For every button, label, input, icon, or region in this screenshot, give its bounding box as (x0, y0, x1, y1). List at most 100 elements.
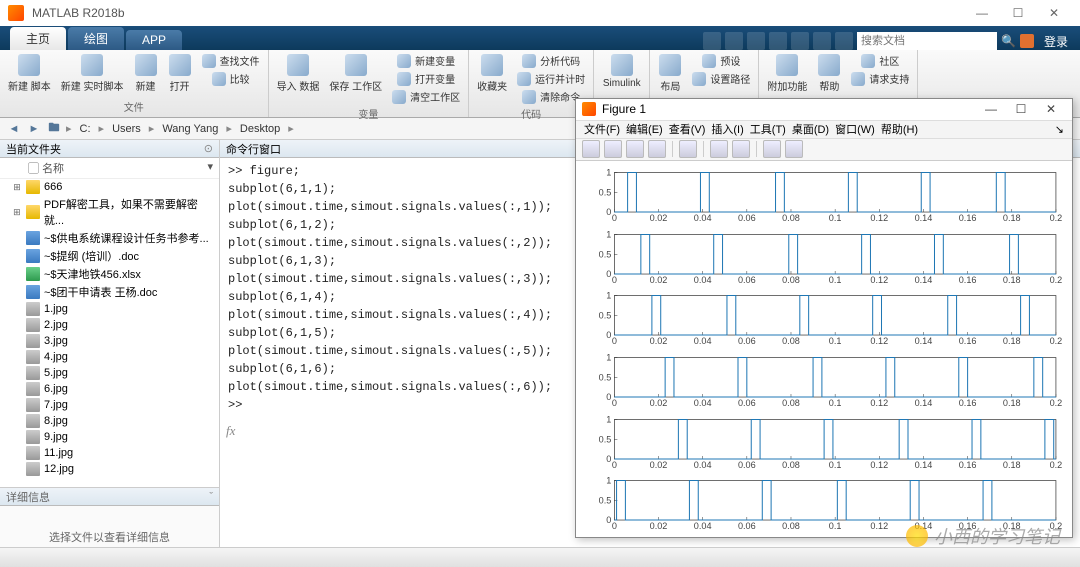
simulink-button[interactable]: Simulink (599, 52, 645, 91)
close-button[interactable]: ✕ (1036, 3, 1072, 23)
favorites-button[interactable]: 收藏夹 (473, 52, 511, 95)
tool-save-icon[interactable] (626, 140, 644, 158)
file-item[interactable]: 8.jpg (0, 413, 219, 429)
file-item[interactable]: ⊞PDF解密工具，如果不需要解密就... (0, 195, 219, 229)
menu-help[interactable]: 帮助(H) (881, 121, 918, 137)
menu-file[interactable]: 文件(F) (584, 121, 620, 137)
subplot-3[interactable]: 00.5100.020.040.060.080.10.120.140.160.1… (586, 290, 1062, 350)
file-name: 3.jpg (44, 335, 68, 347)
qat-cut-icon[interactable] (725, 32, 743, 50)
qat-paste-icon[interactable] (769, 32, 787, 50)
file-item[interactable]: 6.jpg (0, 381, 219, 397)
save-workspace-button[interactable]: 保存 工作区 (325, 52, 386, 95)
folder-icon[interactable]: 🖿 (46, 121, 62, 137)
expand-icon[interactable]: ⊞ (12, 182, 22, 193)
open-button[interactable]: 打开 (164, 52, 196, 95)
file-item[interactable]: 1.jpg (0, 301, 219, 317)
tab-home[interactable]: 主页 (10, 27, 66, 50)
help-button[interactable]: 帮助 (813, 52, 845, 95)
qat-redo-icon[interactable] (813, 32, 831, 50)
file-item[interactable]: ~$提纲 (培训）.doc (0, 247, 219, 265)
nav-forward-button[interactable]: ► (26, 121, 42, 137)
tab-plots[interactable]: 绘图 (68, 27, 124, 50)
clear-workspace-button[interactable]: 清空工作区 (388, 88, 464, 105)
file-item[interactable]: 11.jpg (0, 445, 219, 461)
menu-window[interactable]: 窗口(W) (835, 121, 875, 137)
menu-tools[interactable]: 工具(T) (750, 121, 786, 137)
qat-undo-icon[interactable] (791, 32, 809, 50)
menu-desktop[interactable]: 桌面(D) (792, 121, 829, 137)
subplot-2[interactable]: 00.5100.020.040.060.080.10.120.140.160.1… (586, 229, 1062, 289)
subplot-5[interactable]: 00.5100.020.040.060.080.10.120.140.160.1… (586, 414, 1062, 474)
file-item[interactable]: 3.jpg (0, 333, 219, 349)
support-button[interactable]: 请求支持 (847, 70, 913, 87)
file-item[interactable]: 7.jpg (0, 397, 219, 413)
crumb-c[interactable]: C: (76, 123, 95, 135)
tool-new-icon[interactable] (582, 140, 600, 158)
crumb-wang[interactable]: Wang Yang (158, 123, 222, 135)
tool-insert-colorbar-icon[interactable] (710, 140, 728, 158)
menu-chevron-icon[interactable]: ↘ (1055, 123, 1064, 136)
fig-close-button[interactable]: ✕ (1036, 102, 1066, 116)
search-icon[interactable]: 🔍 (1001, 34, 1016, 48)
figure-axes-area[interactable]: 00.5100.020.040.060.080.10.120.140.160.1… (576, 161, 1072, 537)
analyze-code-button[interactable]: 分析代码 (513, 52, 589, 69)
community-button[interactable]: 社区 (847, 52, 913, 69)
qat-copy-icon[interactable] (747, 32, 765, 50)
expand-icon[interactable]: ⊞ (12, 207, 22, 218)
file-item[interactable]: 4.jpg (0, 349, 219, 365)
search-input[interactable] (857, 32, 997, 50)
find-files-button[interactable]: 查找文件 (198, 52, 264, 69)
prefs-button[interactable]: 预设 (688, 52, 754, 69)
crumb-users[interactable]: Users (108, 123, 145, 135)
minimize-button[interactable]: — (964, 3, 1000, 23)
maximize-button[interactable]: ☐ (1000, 3, 1036, 23)
menu-view[interactable]: 查看(V) (669, 121, 706, 137)
tool-print-icon[interactable] (648, 140, 666, 158)
tool-open-property-icon[interactable] (785, 140, 803, 158)
setpath-button[interactable]: 设置路径 (688, 70, 754, 87)
subplot-1[interactable]: 00.5100.020.040.060.080.10.120.140.160.1… (586, 167, 1062, 227)
run-timer-button[interactable]: 运行并计时 (513, 70, 589, 87)
tool-link-icon[interactable] (679, 140, 697, 158)
crumb-desktop[interactable]: Desktop (236, 123, 284, 135)
open-variable-button[interactable]: 打开变量 (388, 70, 464, 87)
tool-edit-plot-icon[interactable] (763, 140, 781, 158)
new-button[interactable]: 新建 (130, 52, 162, 95)
svg-text:0.04: 0.04 (694, 521, 712, 531)
file-item[interactable]: ⊞666 (0, 179, 219, 195)
figure-window[interactable]: Figure 1 — ☐ ✕ 文件(F) 编辑(E) 查看(V) 插入(I) 工… (575, 98, 1073, 538)
file-item[interactable]: ~$天津地铁456.xlsx (0, 265, 219, 283)
file-item[interactable]: 2.jpg (0, 317, 219, 333)
pane-options-icon[interactable]: ⊙ (204, 142, 213, 155)
layout-button[interactable]: 布局 (654, 52, 686, 95)
figure-titlebar[interactable]: Figure 1 — ☐ ✕ (576, 99, 1072, 121)
addons-button[interactable]: 附加功能 (763, 52, 811, 95)
name-column-header[interactable]: ▢ 名称 ▾ (0, 158, 219, 179)
fx-prompt-icon[interactable]: fx (226, 423, 235, 439)
subplot-4[interactable]: 00.5100.020.040.060.080.10.120.140.160.1… (586, 352, 1062, 412)
file-item[interactable]: 9.jpg (0, 429, 219, 445)
menu-edit[interactable]: 编辑(E) (626, 121, 663, 137)
new-variable-button[interactable]: 新建变量 (388, 52, 464, 69)
qat-help-icon[interactable] (835, 32, 853, 50)
menu-insert[interactable]: 插入(I) (711, 121, 743, 137)
login-button[interactable]: 登录 (1038, 33, 1074, 50)
fig-minimize-button[interactable]: — (976, 102, 1006, 116)
qat-save-icon[interactable] (703, 32, 721, 50)
file-item[interactable]: ~$供电系统课程设计任务书参考... (0, 229, 219, 247)
import-data-button[interactable]: 导入 数据 (273, 52, 324, 95)
new-script-button[interactable]: 新建 脚本 (4, 52, 55, 95)
nav-back-button[interactable]: ◄ (6, 121, 22, 137)
file-item[interactable]: ~$团干申请表 王杨.doc (0, 283, 219, 301)
details-collapse-icon[interactable]: ˇ (209, 491, 213, 503)
tab-apps[interactable]: APP (126, 30, 182, 50)
compare-button[interactable]: 比较 (198, 70, 264, 87)
new-live-script-button[interactable]: 新建 实时脚本 (57, 52, 128, 95)
tool-open-icon[interactable] (604, 140, 622, 158)
file-list[interactable]: ▢ 名称 ▾ ⊞666⊞PDF解密工具，如果不需要解密就...~$供电系统课程设… (0, 158, 219, 487)
file-item[interactable]: 5.jpg (0, 365, 219, 381)
fig-maximize-button[interactable]: ☐ (1006, 102, 1036, 116)
file-item[interactable]: 12.jpg (0, 461, 219, 477)
tool-insert-legend-icon[interactable] (732, 140, 750, 158)
